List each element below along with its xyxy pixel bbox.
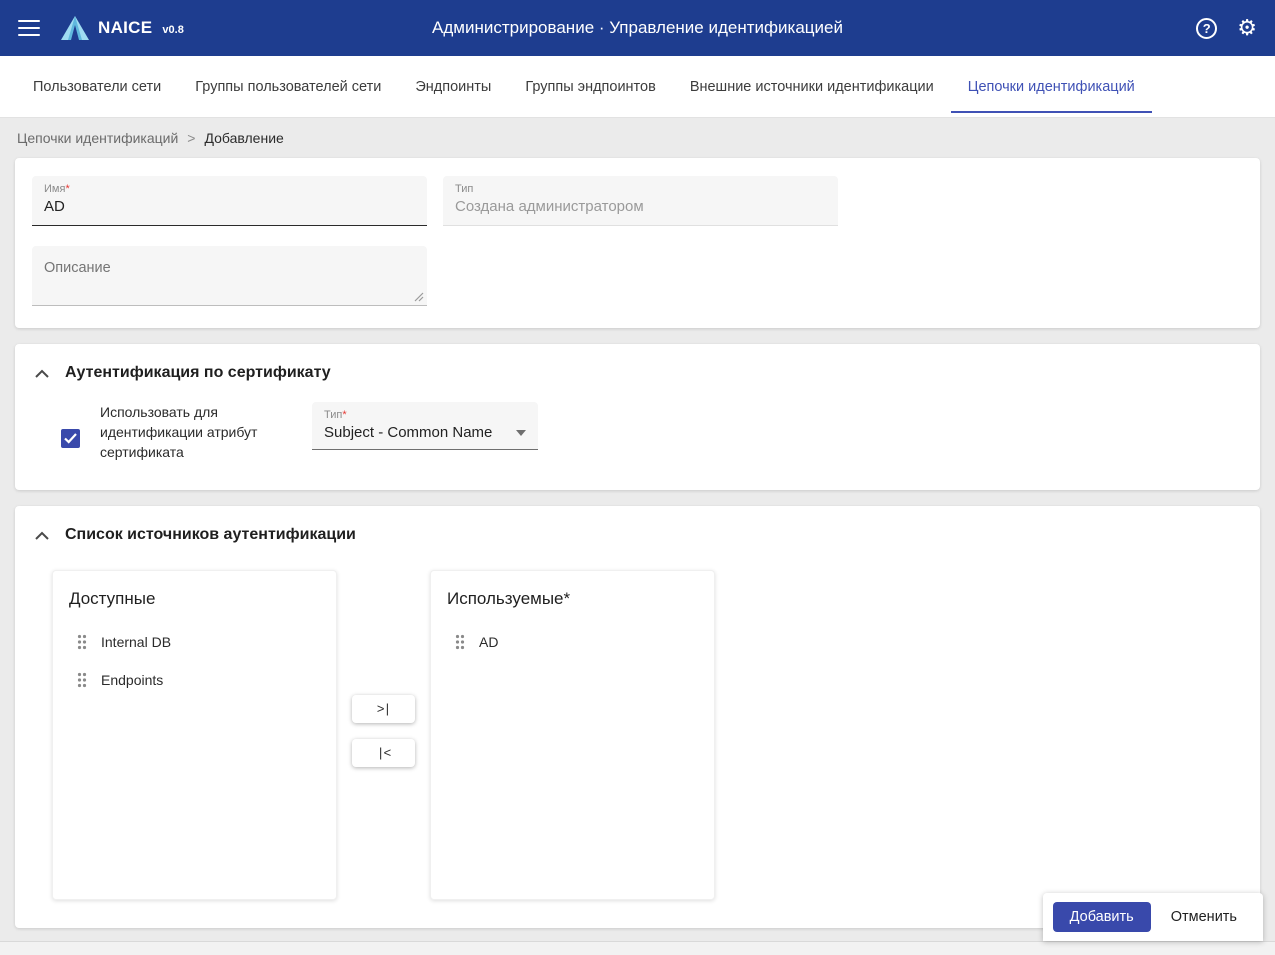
hamburger-menu-icon[interactable] <box>18 20 40 36</box>
auth-sources-card: Список источников аутентификации Доступн… <box>15 506 1260 928</box>
app-bar: NAICE v0.8 Администрирование · Управлени… <box>0 0 1275 56</box>
type-field-label: Тип <box>455 183 474 195</box>
breadcrumb-separator: > <box>187 130 196 146</box>
name-field-label: Имя* <box>44 183 70 195</box>
certificate-type-select-label: Тип* <box>324 409 347 421</box>
page-title: Администрирование · Управление идентифик… <box>432 18 843 37</box>
use-certificate-attribute-checkbox[interactable] <box>61 428 80 448</box>
list-item[interactable]: AD <box>447 623 698 661</box>
drag-handle-icon[interactable] <box>77 672 87 688</box>
general-fields-card: Имя* AD Тип Создана администратором Опис… <box>15 158 1260 328</box>
name-field[interactable]: Имя* AD <box>32 176 427 226</box>
tab-bar: Пользователи сети Группы пользователей с… <box>0 56 1275 118</box>
tab-endpoints[interactable]: Эндпоинты <box>398 56 508 117</box>
gear-icon[interactable]: ⚙ <box>1237 17 1257 39</box>
certificate-attribute-type-select[interactable]: Тип* Subject - Common Name <box>312 402 538 450</box>
form-action-bar: Добавить Отменить <box>1042 893 1263 941</box>
required-asterisk: * <box>342 409 347 421</box>
chevron-up-icon[interactable] <box>35 369 49 378</box>
list-item-label: Endpoints <box>101 672 164 688</box>
brand-name: NAICE <box>98 18 153 37</box>
list-item-label: Internal DB <box>101 634 172 650</box>
required-asterisk: * <box>65 183 70 195</box>
breadcrumb-current: Добавление <box>204 130 284 146</box>
tab-endpoint-groups[interactable]: Группы эндпоинтов <box>508 56 672 117</box>
tab-identity-chains[interactable]: Цепочки идентификаций <box>950 56 1152 117</box>
resize-handle-icon[interactable] <box>414 292 424 302</box>
available-sources-panel: Доступные Internal DB Endpoints <box>52 570 337 900</box>
name-field-value: AD <box>44 198 65 215</box>
checkmark-icon <box>64 432 77 444</box>
tab-network-user-groups[interactable]: Группы пользователей сети <box>178 56 398 117</box>
list-item[interactable]: Endpoints <box>69 661 320 699</box>
sources-section-title: Список источников аутентификации <box>65 526 356 543</box>
tab-external-identity-sources[interactable]: Внешние источники идентификации <box>673 56 951 117</box>
add-button[interactable]: Добавить <box>1052 902 1151 932</box>
breadcrumb: Цепочки идентификаций > Добавление <box>0 118 1275 156</box>
page-bottom-strip <box>0 941 1275 955</box>
move-all-left-button[interactable]: |< <box>352 739 415 767</box>
tab-network-users[interactable]: Пользователи сети <box>16 56 178 117</box>
chevron-up-icon[interactable] <box>35 531 49 540</box>
certificate-auth-card: Аутентификация по сертификату Использова… <box>15 344 1260 490</box>
type-field: Тип Создана администратором <box>443 176 838 226</box>
naice-logo-icon <box>61 16 89 40</box>
brand: NAICE v0.8 <box>60 15 184 41</box>
description-field[interactable]: Описание <box>32 246 427 306</box>
breadcrumb-parent[interactable]: Цепочки идентификаций <box>17 130 178 146</box>
list-item[interactable]: Internal DB <box>69 623 320 661</box>
main-content: Имя* AD Тип Создана администратором Опис… <box>0 156 1275 928</box>
move-all-right-button[interactable]: >| <box>352 695 415 723</box>
appbar-actions: ? ⚙ <box>1196 17 1257 39</box>
used-panel-title: Используемые* <box>447 589 571 608</box>
certificate-type-select-value: Subject - Common Name <box>324 424 493 441</box>
use-certificate-attribute-label[interactable]: Использовать для идентификации атрибут с… <box>100 402 272 462</box>
used-sources-panel: Используемые* AD <box>430 570 715 900</box>
chevron-down-icon <box>516 430 526 436</box>
move-buttons: >| |< <box>337 695 430 767</box>
type-field-value: Создана администратором <box>455 198 644 215</box>
help-icon[interactable]: ? <box>1196 17 1218 39</box>
brand-version: v0.8 <box>162 24 184 36</box>
drag-handle-icon[interactable] <box>455 634 465 650</box>
available-panel-title: Доступные <box>69 589 156 608</box>
cancel-button[interactable]: Отменить <box>1159 902 1249 932</box>
drag-handle-icon[interactable] <box>77 634 87 650</box>
certificate-section-title: Аутентификация по сертификату <box>65 364 331 381</box>
list-item-label: AD <box>479 634 499 650</box>
description-field-label: Описание <box>44 260 111 276</box>
